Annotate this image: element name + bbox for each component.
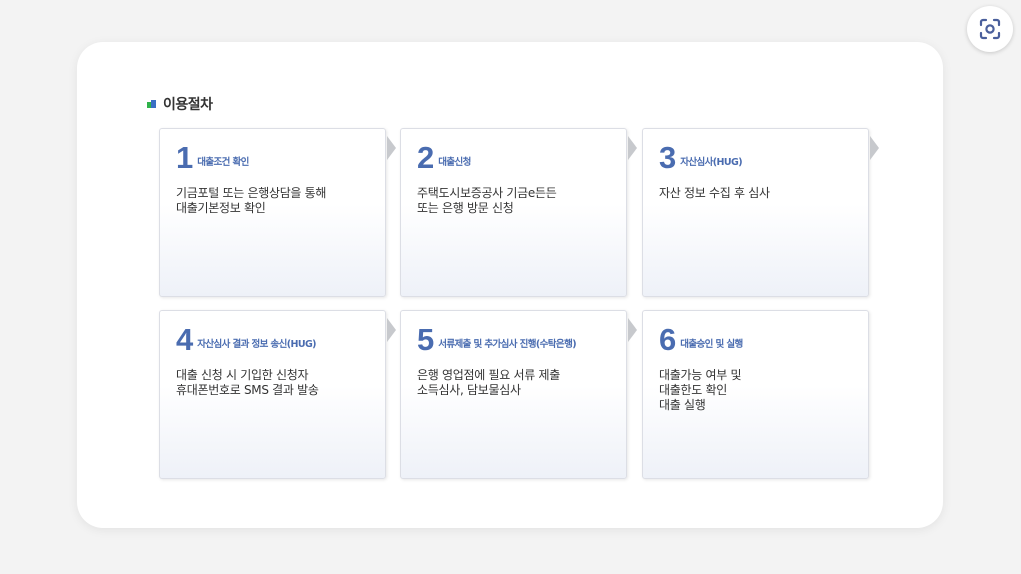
step-card-6: 6 대출승인 및 실행 대출가능 여부 및 대출한도 확인 대출 실행	[642, 310, 869, 479]
step-description: 대출 신청 시 기입한 신청자 휴대폰번호로 SMS 결과 발송	[176, 368, 377, 398]
step-title: 서류제출 및 추가심사 진행(수탁은행)	[438, 339, 576, 350]
step-description: 대출가능 여부 및 대출한도 확인 대출 실행	[659, 368, 860, 413]
chevron-right-arrow-icon	[387, 136, 396, 160]
step-description: 은행 영업점에 필요 서류 제출 소득심사, 담보물심사	[417, 368, 618, 398]
step-description-line: 자산 정보 수집 후 심사	[659, 186, 770, 200]
step-number: 6	[659, 322, 677, 357]
step-description-line: 대출 실행	[659, 398, 706, 412]
chevron-right-arrow-icon	[628, 136, 637, 160]
step-description: 주택도시보증공사 기금e든든 또는 은행 방문 신청	[417, 186, 618, 216]
step-number: 4	[176, 322, 194, 357]
colored-square-bullet-icon	[147, 99, 156, 108]
step-card-2: 2 대출신청 주택도시보증공사 기금e든든 또는 은행 방문 신청	[400, 128, 627, 297]
section-title: 이용절차	[163, 97, 213, 113]
step-title: 대출승인 및 실행	[680, 339, 743, 350]
step-description-line: 휴대폰번호로 SMS 결과 발송	[176, 383, 319, 397]
step-number: 2	[417, 140, 435, 175]
step-card-3: 3 자산심사(HUG) 자산 정보 수집 후 심사	[642, 128, 869, 297]
step-number: 5	[417, 322, 435, 357]
step-number: 1	[176, 140, 194, 175]
step-description-line: 기금포털 또는 은행상담을 통해	[176, 186, 327, 200]
step-number: 3	[659, 140, 677, 175]
section-heading: 이용절차	[147, 94, 213, 114]
step-description-line: 주택도시보증공사 기금e든든	[417, 186, 557, 200]
step-card-5: 5 서류제출 및 추가심사 진행(수탁은행) 은행 영업점에 필요 서류 제출 …	[400, 310, 627, 479]
step-description-line: 대출가능 여부 및	[659, 368, 742, 382]
step-card-1: 1 대출조건 확인 기금포털 또는 은행상담을 통해 대출기본정보 확인	[159, 128, 386, 297]
google-lens-icon	[979, 18, 1001, 40]
chevron-right-arrow-icon	[387, 318, 396, 342]
step-description-line: 또는 은행 방문 신청	[417, 201, 514, 215]
step-description-line: 소득심사, 담보물심사	[417, 383, 521, 397]
step-description: 기금포털 또는 은행상담을 통해 대출기본정보 확인	[176, 186, 377, 216]
chevron-right-arrow-icon	[628, 318, 637, 342]
step-title: 대출조건 확인	[197, 157, 249, 168]
step-description-line: 대출기본정보 확인	[176, 201, 266, 215]
lens-search-button[interactable]	[967, 6, 1013, 52]
step-description: 자산 정보 수집 후 심사	[659, 186, 860, 201]
step-title: 대출신청	[438, 157, 471, 168]
step-title: 자산심사(HUG)	[680, 157, 742, 168]
step-description-line: 대출 신청 시 기입한 신청자	[176, 368, 309, 382]
step-description-line: 은행 영업점에 필요 서류 제출	[417, 368, 560, 382]
procedure-panel: 이용절차 1 대출조건 확인 기금포털 또는 은행상담을 통해 대출기본정보 확…	[77, 42, 943, 528]
step-title: 자산심사 결과 정보 송신(HUG)	[197, 339, 316, 350]
chevron-right-arrow-icon	[870, 136, 879, 160]
step-description-line: 대출한도 확인	[659, 383, 727, 397]
step-card-4: 4 자산심사 결과 정보 송신(HUG) 대출 신청 시 기입한 신청자 휴대폰…	[159, 310, 386, 479]
